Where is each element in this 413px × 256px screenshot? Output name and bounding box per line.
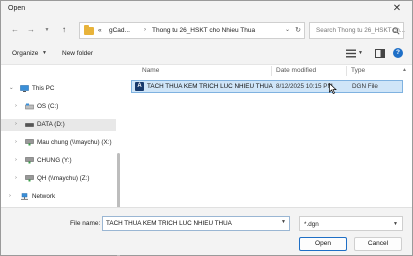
recent-locations-chevron-icon[interactable]: ▼	[42, 25, 52, 35]
organize-button[interactable]: Organize	[12, 50, 38, 57]
chevron-right-icon[interactable]: ›	[15, 139, 17, 145]
close-icon[interactable]: ✕	[390, 2, 404, 16]
preview-pane-icon[interactable]	[375, 49, 385, 58]
sidebar-item-label: CHUNG (Y:)	[37, 157, 72, 164]
mouse-pointer-icon	[329, 83, 337, 94]
breadcrumb-current[interactable]: Thong tu 26_HSKT cho Nhieu Thua	[152, 27, 255, 34]
back-arrow-icon[interactable]: ←	[10, 25, 20, 35]
sidebar-item-chung-y[interactable]: › CHUNG (Y:)	[1, 155, 116, 167]
window-title: Open	[8, 5, 26, 12]
file-name-label: File name:	[70, 220, 101, 227]
sidebar-item-this-pc[interactable]: ⌄ This PC	[1, 83, 116, 95]
sidebar-item-label: Mau chung (\\maychu) (X:)	[37, 139, 112, 146]
file-type: DGN File	[352, 83, 378, 90]
sidebar-item-label: Network	[32, 193, 56, 200]
open-button[interactable]: Open	[299, 237, 347, 251]
folder-icon	[84, 25, 94, 35]
file-type-filter[interactable]: *.dgn ▼	[299, 216, 403, 231]
drive-icon	[25, 123, 34, 127]
command-toolbar: Organize ▼ New folder ▼ ?	[1, 43, 412, 65]
search-box[interactable]: Search Thong tu 26_HSKT ch...	[309, 22, 405, 39]
network-icon	[21, 193, 28, 200]
chevron-down-icon[interactable]: ▼	[42, 50, 47, 56]
address-overflow[interactable]: «	[98, 27, 102, 34]
sidebar-item-mau-chung-x[interactable]: › Mau chung (\\maychu) (X:)	[1, 137, 116, 149]
chevron-down-icon[interactable]: ▼	[358, 50, 363, 56]
sidebar-item-qh-z[interactable]: › QH (\\maychu) (Z:)	[1, 173, 116, 185]
navigation-pane: ⌄ This PC › OS (C:) › DATA (D:) › Mau ch…	[1, 65, 121, 256]
breadcrumb-item[interactable]: gCad...	[109, 27, 130, 34]
breadcrumb-separator[interactable]: ›	[144, 27, 146, 33]
help-icon[interactable]: ?	[393, 48, 403, 58]
sidebar-item-network[interactable]: › Network	[1, 191, 116, 203]
file-name: TACH THUA KEM TRICH LUC NHIEU THUA	[147, 83, 273, 90]
chevron-right-icon[interactable]: ›	[15, 103, 17, 109]
file-row[interactable]: A TACH THUA KEM TRICH LUC NHIEU THUA 8/1…	[131, 80, 403, 93]
navigation-bar: ← → ▼ ↑ « gCad... › Thong tu 26_HSKT cho…	[1, 17, 412, 43]
chevron-right-icon[interactable]: ›	[15, 175, 17, 181]
file-name-bar: File name: ▼ *.dgn ▼ Open Cancel	[1, 207, 412, 255]
network-drive-icon	[25, 175, 34, 182]
pc-icon	[20, 85, 29, 92]
chevron-down-icon[interactable]: ▼	[393, 221, 398, 227]
search-icon	[392, 27, 400, 35]
column-header-type[interactable]: Type	[351, 67, 365, 74]
column-header-date[interactable]: Date modified	[276, 67, 316, 74]
scroll-up-icon[interactable]: ▲	[402, 67, 407, 73]
chevron-right-icon[interactable]: ›	[9, 193, 11, 199]
open-file-dialog: Open ✕ ← → ▼ ↑ « gCad... › Thong tu 26_H…	[0, 0, 413, 256]
view-options-icon[interactable]	[346, 49, 356, 58]
cancel-button[interactable]: Cancel	[354, 237, 402, 251]
refresh-icon[interactable]: ↻	[295, 26, 301, 34]
sidebar-item-data-d[interactable]: › DATA (D:)	[1, 119, 116, 131]
sidebar-item-label: This PC	[32, 85, 55, 92]
new-folder-button[interactable]: New folder	[62, 50, 93, 57]
address-bar[interactable]: « gCad... › Thong tu 26_HSKT cho Nhieu T…	[79, 22, 305, 39]
file-date: 8/12/2025 10:15 PM	[276, 83, 333, 90]
drive-icon	[25, 103, 34, 110]
file-name-input[interactable]	[102, 216, 290, 231]
title-bar: Open ✕	[1, 1, 412, 17]
network-drive-icon	[25, 157, 34, 164]
sidebar-item-label: QH (\\maychu) (Z:)	[37, 175, 90, 182]
chevron-right-icon[interactable]: ›	[15, 157, 17, 163]
up-arrow-icon[interactable]: ↑	[59, 25, 69, 35]
column-header-name[interactable]: Name	[142, 67, 159, 74]
chevron-down-icon[interactable]: ▼	[281, 219, 286, 225]
sidebar-item-os-c[interactable]: › OS (C:)	[1, 101, 116, 113]
sidebar-item-label: DATA (D:)	[37, 121, 65, 128]
chevron-right-icon[interactable]: ›	[15, 121, 17, 127]
network-drive-icon	[25, 139, 34, 146]
file-type-filter-value: *.dgn	[304, 221, 319, 228]
column-divider[interactable]	[271, 66, 272, 76]
column-divider[interactable]	[346, 66, 347, 76]
forward-arrow-icon[interactable]: →	[26, 25, 36, 35]
sidebar-item-label: OS (C:)	[37, 103, 59, 110]
chevron-down-icon[interactable]: ⌄	[9, 85, 14, 91]
file-list: Name Date modified Type ▲ A TACH THUA KE…	[124, 65, 412, 207]
chevron-down-icon[interactable]: ⌄	[285, 26, 290, 33]
dgn-file-icon: A	[135, 82, 144, 91]
